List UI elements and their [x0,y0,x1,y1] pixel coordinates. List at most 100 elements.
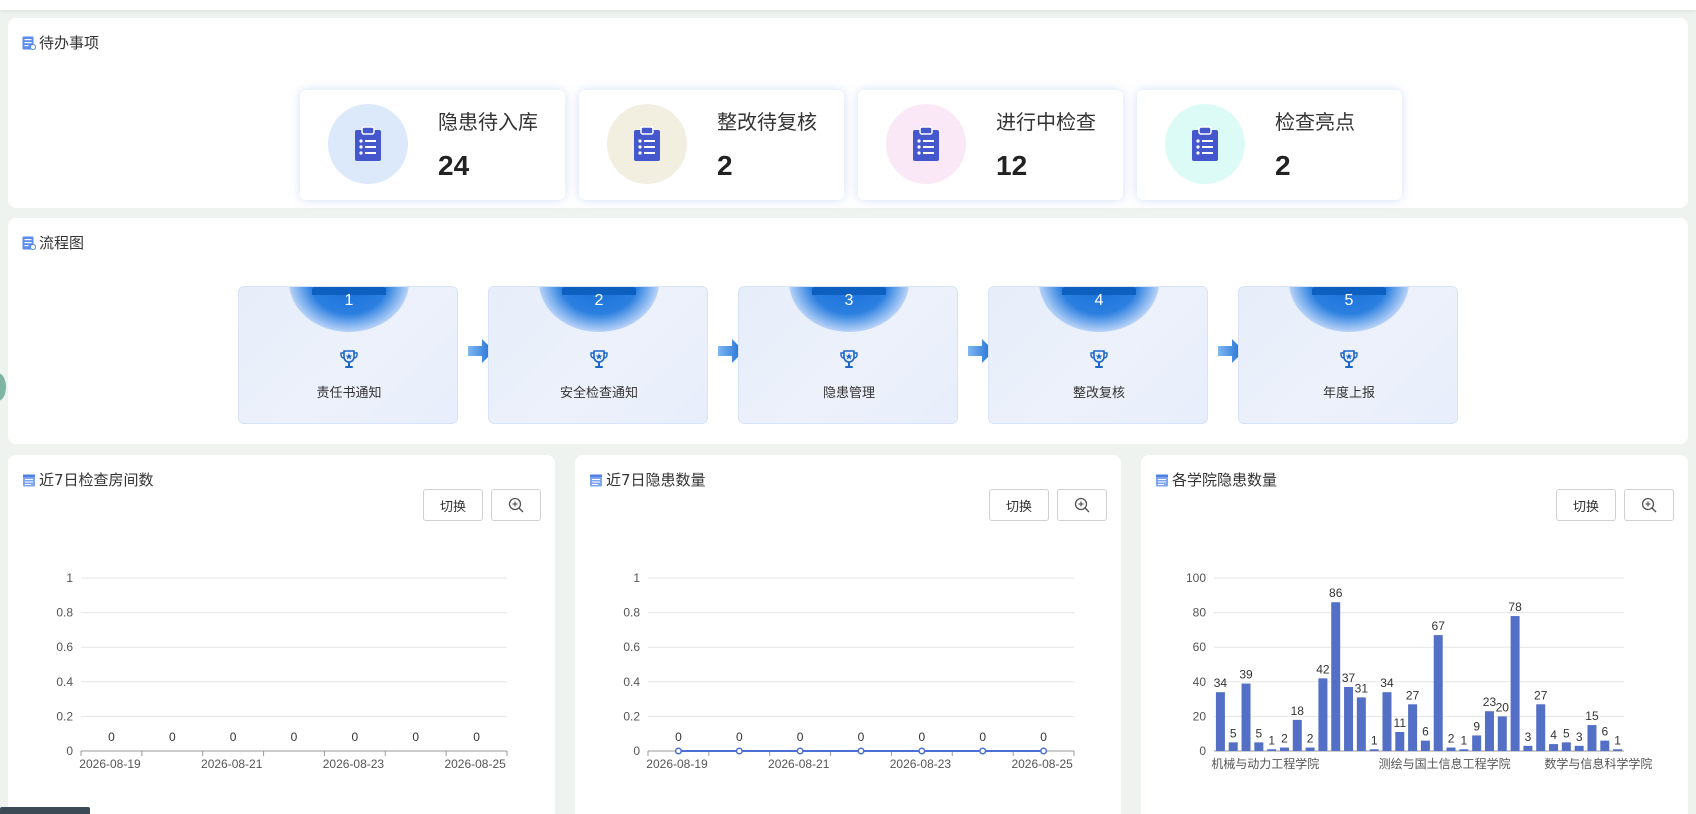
hazards-chart: 0 0.2 0.4 0.6 0.8 1 2026-08-19 2026-08-21 2026-0… [623,571,1075,771]
side-handle[interactable] [0,373,6,401]
bottom-tab[interactable] [0,807,90,814]
bar[interactable] [1497,716,1507,751]
flow-step-2[interactable]: 2 安全检查通知 [488,286,708,424]
data-label: 34 [1214,676,1228,690]
bar[interactable] [1587,725,1597,751]
todo-card-pending-review[interactable]: 整改待复核 2 [579,90,844,200]
bar[interactable] [1446,747,1456,751]
y-tick-label: 40 [1193,675,1207,689]
todo-card-in-progress[interactable]: 进行中检查 12 [858,90,1123,200]
data-point[interactable] [1040,747,1048,755]
data-label: 0 [291,730,298,744]
bar[interactable] [1613,749,1623,751]
data-point[interactable] [674,747,682,755]
data-point[interactable] [979,747,987,755]
y-tick-label: 0.6 [623,640,640,654]
data-label: 5 [1230,726,1237,740]
data-label: 0 [858,730,865,744]
rooms-chart: 0 0.2 0.4 0.6 0.8 1 2026-08-19 2026-08-21 2026-0… [56,571,508,771]
flow-step-4[interactable]: 4 整改复核 [988,286,1208,424]
data-point[interactable] [918,747,926,755]
todo-section-title: 待办事项 [22,32,99,53]
card-label: 隐患待入库 [438,110,538,134]
data-label: 0 [412,730,419,744]
bar[interactable] [1279,747,1289,751]
card-count: 12 [996,150,1028,181]
flow-title: 流程图 [39,234,85,252]
x-tick-label: 2026-08-23 [890,757,952,771]
step-label: 年度上报 [1322,386,1375,401]
flow-panel: 流程图 1 责任书通知 2 安全检查通知 3 隐患管理 4 整改复核 5 年度上报 [8,218,1688,444]
bar[interactable] [1267,749,1277,751]
data-label: 67 [1432,619,1446,633]
bar[interactable] [1305,747,1315,751]
bar[interactable] [1420,740,1430,751]
bar[interactable] [1369,749,1379,751]
trophy-icon [590,350,608,368]
bar[interactable] [1459,749,1469,751]
bar[interactable] [1510,616,1520,751]
x-tick-label: 2026-08-25 [1011,757,1073,771]
bar[interactable] [1549,744,1559,751]
chart-panel-rooms: 近7日检查房间数 切换 0 0.2 0.4 0.6 0.8 1 2026-08-19 2026… [8,455,555,814]
bar[interactable] [1395,731,1405,751]
data-label: 31 [1355,681,1369,695]
y-tick-label: 0.6 [56,640,73,654]
bar[interactable] [1433,635,1443,751]
bar[interactable] [1331,602,1341,751]
y-tick-label: 1 [66,571,73,585]
bar[interactable] [1382,692,1392,751]
data-label: 37 [1342,671,1356,685]
step-number: 2 [594,292,604,309]
flow-step-5[interactable]: 5 年度上报 [1238,286,1458,424]
x-tick-label: 机械与动力工程学院 [1211,756,1319,771]
data-point[interactable] [735,747,743,755]
bar[interactable] [1523,745,1533,751]
flow-step-1[interactable]: 1 责任书通知 [238,286,458,424]
bar[interactable] [1561,742,1571,751]
todo-card-highlights[interactable]: 检查亮点 2 [1137,90,1402,200]
flow-step-3[interactable]: 3 隐患管理 [738,286,958,424]
bar[interactable] [1484,711,1494,751]
data-label: 27 [1406,688,1420,702]
bar[interactable] [1600,740,1610,751]
trophy-icon [340,350,358,368]
bar[interactable] [1228,742,1238,751]
bar[interactable] [1344,686,1354,751]
bar[interactable] [1292,719,1302,751]
card-icon-circle [607,104,687,184]
y-tick-label: 0.2 [623,709,640,723]
flow-section-title: 流程图 [22,232,84,253]
x-tick-label: 2026-08-25 [444,757,506,771]
bar[interactable] [1472,735,1482,751]
data-label: 3 [1576,730,1583,744]
bar[interactable] [1536,704,1546,751]
data-label: 9 [1473,719,1480,733]
card-label: 进行中检查 [996,110,1096,134]
step-label: 责任书通知 [316,386,382,401]
todo-card-pending-hazard[interactable]: 隐患待入库 24 [300,90,565,200]
data-label: 23 [1483,695,1497,709]
bar[interactable] [1254,742,1264,751]
bar[interactable] [1356,697,1366,751]
bar[interactable] [1408,704,1418,751]
bar[interactable] [1574,745,1584,751]
step-number: 3 [844,292,854,309]
chart-panel-hazards: 近7日隐患数量 切换 0 0.2 0.4 0.6 0.8 1 2026-08-19 2026-… [575,455,1121,814]
data-point[interactable] [796,747,804,755]
colleges-chart: 020406080100345395 1 218242863731134112766… [1186,571,1652,771]
data-label: 1 [1268,733,1275,747]
y-tick-label: 80 [1193,606,1207,620]
x-tick-label: 2026-08-21 [201,757,263,771]
bar[interactable] [1318,678,1328,751]
card-icon-circle [1165,104,1245,184]
data-label: 27 [1534,688,1548,702]
data-label: 34 [1380,676,1394,690]
data-label: 0 [675,730,682,744]
data-label: 78 [1508,600,1522,614]
data-label: 5 [1256,726,1263,740]
bar[interactable] [1241,683,1251,751]
data-point[interactable] [857,747,865,755]
data-label: 86 [1329,586,1343,600]
bar[interactable] [1215,692,1225,751]
